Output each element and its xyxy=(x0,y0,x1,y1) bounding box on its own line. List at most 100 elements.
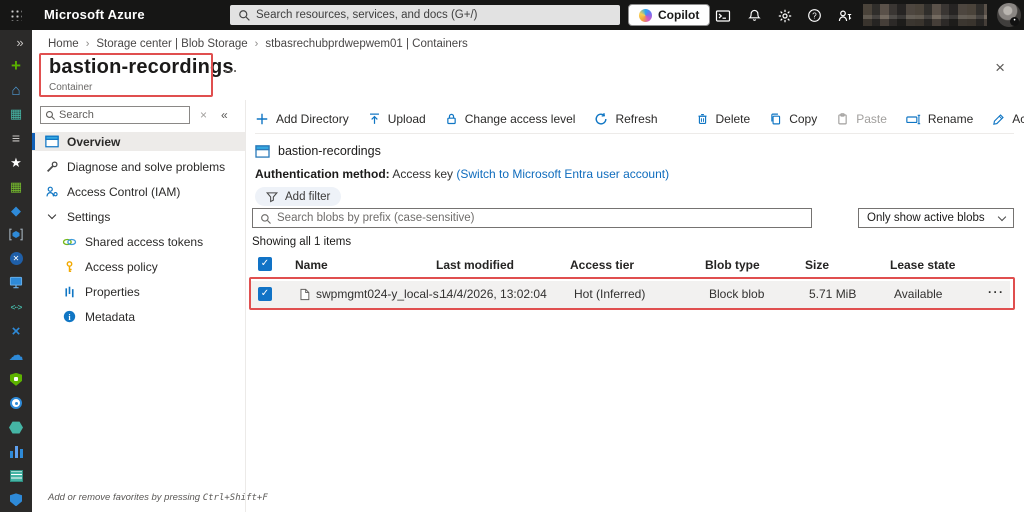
cost-management-icon[interactable] xyxy=(0,440,32,464)
cell-blob-type: Block blob xyxy=(709,287,764,301)
refresh-icon xyxy=(594,112,608,126)
nav-item-shared-access-tokens[interactable]: Shared access tokens xyxy=(32,232,245,251)
monitor-gauge-icon[interactable] xyxy=(0,391,32,415)
nav-collapse-icon[interactable]: « xyxy=(221,108,228,122)
breadcrumb-storage-center[interactable]: Storage center | Blob Storage xyxy=(96,38,247,50)
refresh-button[interactable]: Refresh xyxy=(594,112,657,126)
copilot-button[interactable]: Copilot xyxy=(628,4,710,26)
blob-name-link[interactable]: swpmgmt024-y_local-s... xyxy=(299,287,449,301)
close-icon[interactable]: × xyxy=(995,59,1005,76)
properties-bars-icon xyxy=(62,284,77,299)
trash-icon xyxy=(696,112,709,126)
resource-nav: × « Overview Diagnose and solve problems… xyxy=(32,100,246,512)
feedback-person-icon[interactable] xyxy=(836,7,853,24)
nav-search-clear-icon[interactable]: × xyxy=(200,108,207,122)
nav-item-access-policy[interactable]: Access policy xyxy=(32,257,245,276)
search-icon xyxy=(238,9,251,22)
overview-icon xyxy=(44,134,59,149)
page-title: bastion-recordings xyxy=(49,56,234,79)
queues-icon[interactable] xyxy=(0,464,32,488)
expand-rail-icon[interactable]: » xyxy=(8,30,32,54)
nav-item-diagnose[interactable]: Diagnose and solve problems xyxy=(32,157,245,176)
global-search[interactable] xyxy=(230,5,620,25)
cell-access-tier: Hot (Inferred) xyxy=(574,287,645,301)
nav-group-settings[interactable]: Settings xyxy=(32,207,245,226)
cloud-icon[interactable]: ☁ xyxy=(0,343,32,367)
waffle-menu-icon[interactable] xyxy=(10,9,22,21)
paste-button: Paste xyxy=(836,112,887,126)
wrench-icon xyxy=(44,159,59,174)
favorites-star-icon[interactable]: ★ xyxy=(0,150,32,174)
plus-icon xyxy=(255,112,269,126)
nav-item-metadata[interactable]: i Metadata xyxy=(32,307,245,326)
funnel-icon xyxy=(266,191,278,203)
create-resource-icon[interactable]: + xyxy=(0,54,32,78)
security-center-shield-icon[interactable] xyxy=(0,367,32,391)
traffic-manager-icon[interactable]: ✕ xyxy=(0,247,32,271)
table-header: ✓ Name Last modified Access tier Blob ty… xyxy=(246,255,1014,276)
left-icon-rail: » + ⌂ ▦ ≡ ★ ▦ ◆ ✕ <··> × ☁ xyxy=(0,30,32,512)
blob-toolbar: Add Directory Upload Change access level… xyxy=(255,107,1014,131)
blob-search[interactable] xyxy=(252,208,812,228)
upload-button[interactable]: Upload xyxy=(368,112,426,126)
nav-search[interactable] xyxy=(40,106,190,124)
cross-connection-icon[interactable]: × xyxy=(0,319,32,343)
add-directory-button[interactable]: Add Directory xyxy=(255,112,349,126)
breadcrumb-home[interactable]: Home xyxy=(48,38,79,50)
auth-method-label: Authentication method: xyxy=(255,167,390,181)
managed-apps-icon[interactable] xyxy=(0,223,32,247)
all-services-icon[interactable]: ≡ xyxy=(0,126,32,150)
dashboard-icon[interactable]: ▦ xyxy=(0,102,32,126)
nav-search-input[interactable] xyxy=(59,107,187,123)
table-header-divider xyxy=(252,277,1014,278)
table-row[interactable]: ✓ swpmgmt024-y_local-s... 14/4/2026, 13:… xyxy=(250,281,1010,308)
switch-auth-link[interactable]: (Switch to Microsoft Entra user account) xyxy=(456,167,669,181)
col-header-lease-state[interactable]: Lease state xyxy=(890,258,955,272)
file-icon xyxy=(299,288,310,301)
settings-gear-icon[interactable] xyxy=(776,7,793,24)
row-checkbox[interactable]: ✓ xyxy=(258,287,272,301)
nav-item-overview[interactable]: Overview xyxy=(32,132,245,151)
lock-icon xyxy=(445,112,458,126)
defender-shield-icon[interactable] xyxy=(0,488,32,512)
search-icon xyxy=(45,110,56,121)
blob-search-input[interactable] xyxy=(277,209,807,227)
cell-size: 5.71 MiB xyxy=(809,287,856,301)
breadcrumb-separator: › xyxy=(86,38,90,50)
breadcrumb-storage-account[interactable]: stbasrechubprdwepwem01 | Containers xyxy=(265,38,467,50)
notifications-bell-icon[interactable] xyxy=(746,7,763,24)
all-resources-icon[interactable]: ▦ xyxy=(0,175,32,199)
home-icon[interactable]: ⌂ xyxy=(0,78,32,102)
delete-button[interactable]: Delete xyxy=(696,112,751,126)
copilot-label: Copilot xyxy=(658,8,699,22)
col-header-size[interactable]: Size xyxy=(805,258,829,272)
container-icon xyxy=(255,145,270,158)
nav-item-access-control[interactable]: Access Control (IAM) xyxy=(32,182,245,201)
avatar[interactable]: • xyxy=(997,3,1021,27)
resource-groups-icon[interactable]: ◆ xyxy=(0,199,32,223)
rename-button[interactable]: Rename xyxy=(906,112,973,126)
paste-icon xyxy=(836,112,849,126)
title-more-menu[interactable]: ... xyxy=(224,60,238,75)
service-hub-hexagon-icon[interactable] xyxy=(0,416,32,440)
main-pane: Home›Storage center | Blob Storage›stbas… xyxy=(32,30,1024,512)
global-search-input[interactable] xyxy=(256,5,611,25)
select-all-checkbox[interactable]: ✓ xyxy=(258,257,272,271)
blob-state-dropdown[interactable]: Only show active blobs xyxy=(858,208,1014,228)
col-header-last-modified[interactable]: Last modified xyxy=(436,258,514,272)
col-header-access-tier[interactable]: Access tier xyxy=(570,258,634,272)
col-header-name[interactable]: Name xyxy=(295,258,328,272)
acquire-lease-button[interactable]: Acquire lease xyxy=(992,112,1024,126)
col-header-blob-type[interactable]: Blob type xyxy=(705,258,760,272)
nav-item-properties[interactable]: Properties xyxy=(32,282,245,301)
virtual-machines-icon[interactable] xyxy=(0,271,32,295)
add-filter-button[interactable]: Add filter xyxy=(255,187,341,206)
cloud-shell-icon[interactable] xyxy=(714,7,731,24)
cell-last-modified: 14/4/2026, 13:02:04 xyxy=(440,287,547,301)
key-icon xyxy=(62,259,77,274)
change-access-level-button[interactable]: Change access level xyxy=(445,112,576,126)
row-more-button[interactable]: ··· xyxy=(988,285,1005,299)
help-icon[interactable]: ? xyxy=(806,7,823,24)
api-management-icon[interactable]: <··> xyxy=(0,295,32,319)
copy-button[interactable]: Copy xyxy=(769,112,817,126)
